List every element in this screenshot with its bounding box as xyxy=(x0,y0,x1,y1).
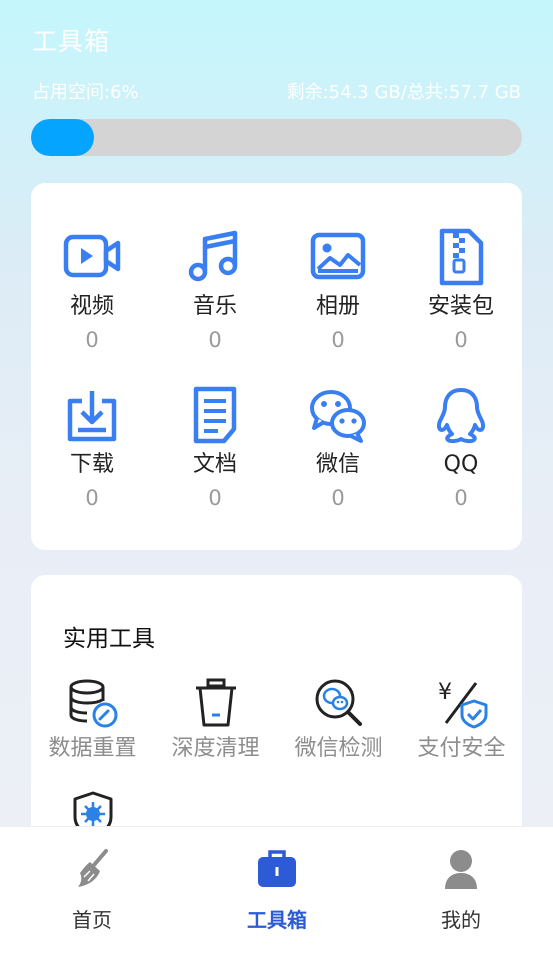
category-label: 音乐 xyxy=(192,294,237,319)
video-icon xyxy=(63,234,121,278)
wechat-icon xyxy=(310,390,366,443)
database-reset-icon xyxy=(69,679,117,728)
category-qq[interactable]: QQ 0 xyxy=(406,385,516,511)
category-downloads[interactable]: 下载 0 xyxy=(37,385,147,511)
category-label: 下载 xyxy=(69,452,114,477)
tab-toolbox[interactable]: 工具箱 xyxy=(185,827,369,953)
category-count: 0 xyxy=(208,486,222,510)
tab-home[interactable]: 首页 xyxy=(0,827,184,953)
tool-data-reset[interactable]: 数据重置 xyxy=(31,677,154,763)
category-music[interactable]: 音乐 0 xyxy=(160,227,270,353)
qq-icon xyxy=(436,388,486,444)
tab-label: 首页 xyxy=(72,908,112,932)
page-title: 工具箱 xyxy=(32,27,111,56)
zip-package-icon xyxy=(439,228,484,286)
file-categories-card: 视频 0 音乐 0 相册 0 安装包 0 下载 0 文档 0 微信 0 QQ 0 xyxy=(31,183,522,550)
payment-shield-icon: ¥ xyxy=(438,680,487,729)
tool-label: 微信检测 xyxy=(294,736,383,761)
photo-album-icon xyxy=(310,232,366,280)
category-count: 0 xyxy=(85,328,99,352)
category-count: 0 xyxy=(454,328,468,352)
tools-section-title: 实用工具 xyxy=(63,626,155,652)
tab-label: 工具箱 xyxy=(247,908,307,932)
tool-wechat-check[interactable]: 微信检测 xyxy=(277,677,400,763)
used-space-label: 占用空间:6% xyxy=(32,82,139,103)
category-wechat[interactable]: 微信 0 xyxy=(283,385,393,511)
download-icon xyxy=(67,391,117,442)
toolbox-icon xyxy=(258,850,296,887)
storage-progress-fill xyxy=(31,119,94,156)
category-label: 相册 xyxy=(315,294,360,319)
category-label: 视频 xyxy=(69,294,114,319)
storage-progress-bar xyxy=(31,119,522,156)
remaining-space-label: 剩余:54.3 GB/总共:57.7 GB xyxy=(286,82,521,103)
category-count: 0 xyxy=(454,486,468,510)
music-icon xyxy=(188,230,238,282)
category-label: QQ xyxy=(443,452,479,477)
tool-label: 深度清理 xyxy=(171,736,260,761)
category-label: 文档 xyxy=(192,452,237,477)
category-count: 0 xyxy=(331,328,345,352)
user-icon xyxy=(445,850,477,889)
tool-payment-security[interactable]: ¥ 支付安全 xyxy=(400,677,523,763)
wechat-scan-icon xyxy=(315,679,362,726)
category-label: 微信 xyxy=(315,452,360,477)
bottom-tab-bar: 首页 工具箱 我的 xyxy=(0,826,553,953)
category-count: 0 xyxy=(208,328,222,352)
category-count: 0 xyxy=(331,486,345,510)
storage-usage-row: 占用空间:6% 剩余:54.3 GB/总共:57.7 GB xyxy=(32,78,521,104)
trash-can-icon xyxy=(195,678,236,727)
svg-text:¥: ¥ xyxy=(438,680,452,705)
category-documents[interactable]: 文档 0 xyxy=(160,385,270,511)
tool-label: 支付安全 xyxy=(417,736,506,761)
category-packages[interactable]: 安装包 0 xyxy=(406,227,516,353)
tool-deep-clean[interactable]: 深度清理 xyxy=(154,677,277,763)
broom-icon xyxy=(78,849,108,887)
tab-label: 我的 xyxy=(441,908,481,932)
tab-profile[interactable]: 我的 xyxy=(369,827,553,953)
document-icon xyxy=(193,386,237,444)
tool-label: 数据重置 xyxy=(48,736,137,761)
category-video[interactable]: 视频 0 xyxy=(37,227,147,353)
category-count: 0 xyxy=(85,486,99,510)
category-photos[interactable]: 相册 0 xyxy=(283,227,393,353)
category-label: 安装包 xyxy=(427,294,494,319)
